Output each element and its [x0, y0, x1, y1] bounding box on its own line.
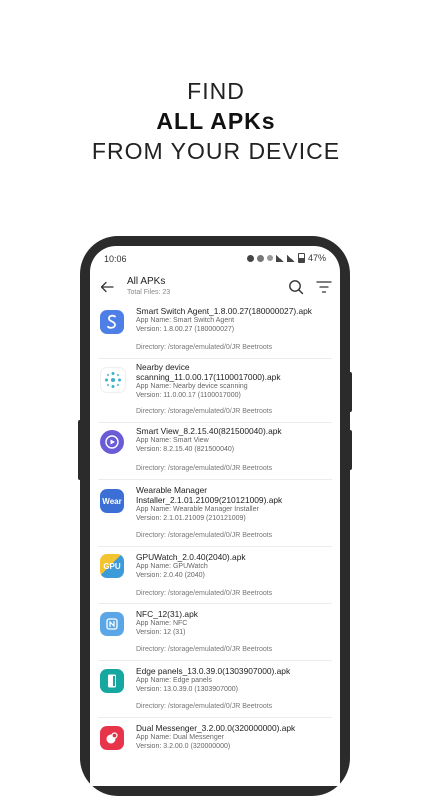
- apk-list-item[interactable]: Smart View_8.2.15.40(821500040).apk App …: [98, 423, 332, 480]
- apk-list-item[interactable]: Dual Messenger_3.2.00.0(320000000).apk A…: [98, 718, 332, 778]
- apk-app-name: App Name: Wearable Manager Installer: [136, 506, 259, 513]
- nearby-scan-icon: [100, 367, 126, 393]
- apk-version: Version: 8.2.15.40 (821500040): [136, 446, 235, 453]
- apk-list-item[interactable]: Smart Switch Agent_1.8.00.27(180000027).…: [98, 304, 332, 359]
- apk-filename: Wearable Manager Installer_2.1.01.21009(…: [136, 485, 283, 505]
- apk-version: Version: 2.1.01.21009 (210121009): [136, 515, 246, 522]
- filter-icon[interactable]: [316, 280, 332, 294]
- app-bar: All APKs Total Files: 23: [90, 272, 340, 306]
- alarm-icon: [246, 254, 254, 262]
- battery-percent: 47%: [307, 253, 326, 263]
- apk-item-details: Smart Switch Agent_1.8.00.27(180000027).…: [136, 306, 328, 334]
- back-arrow-icon[interactable]: [100, 280, 114, 294]
- phone-power-button: [348, 430, 352, 470]
- apk-app-name: App Name: Dual Messenger: [136, 734, 224, 741]
- apk-item-details: Edge panels_13.0.39.0(1303907000).apk Ap…: [136, 666, 328, 694]
- search-icon[interactable]: [288, 279, 304, 295]
- smart-view-icon: [100, 430, 124, 454]
- apk-filename: Smart Switch Agent_1.8.00.27(180000027).…: [136, 306, 312, 316]
- phone-screen: 10:06 47% All APKs Total Files: 23 Smart…: [90, 246, 340, 786]
- apk-filename: Nearby device scanning_11.0.00.17(110001…: [136, 362, 281, 382]
- location-icon: [266, 255, 273, 261]
- dual-messenger-icon: [100, 726, 124, 750]
- bluetooth-icon: [256, 254, 264, 262]
- apk-item-details: GPUWatch_2.0.40(2040).apk App Name: GPUW…: [136, 552, 328, 580]
- status-time: 10:06: [104, 254, 127, 264]
- smart-switch-icon: [100, 310, 124, 334]
- battery-icon: [297, 253, 305, 263]
- total-files-label: Total Files: 23: [127, 289, 171, 296]
- apk-app-name: App Name: GPUWatch: [136, 563, 208, 570]
- apk-directory: Directory: /storage/emulated/0/JR Beetro…: [136, 408, 273, 415]
- apk-app-name: App Name: Smart View: [136, 437, 209, 444]
- apk-list-item[interactable]: Nearby device scanning_11.0.00.17(110001…: [98, 359, 332, 423]
- apk-list-item[interactable]: NFC_12(31).apk App Name: NFC Version: 12…: [98, 604, 332, 661]
- signal-icon: [286, 254, 295, 262]
- page-title: All APKs: [127, 276, 166, 287]
- apk-version: Version: 12 (31): [136, 629, 186, 636]
- apk-version: Version: 2.0.40 (2040): [136, 572, 205, 579]
- apk-list-item[interactable]: GPU GPUWatch_2.0.40(2040).apk App Name: …: [98, 547, 332, 604]
- apk-filename: GPUWatch_2.0.40(2040).apk: [136, 552, 246, 562]
- headline-find: FIND: [187, 78, 245, 104]
- apk-filename: Edge panels_13.0.39.0(1303907000).apk: [136, 666, 291, 676]
- gpu-watch-icon: GPU: [100, 554, 124, 578]
- apk-item-details: Dual Messenger_3.2.00.0(320000000).apk A…: [136, 723, 328, 751]
- phone-volume-button: [348, 372, 352, 412]
- apk-directory: Directory: /storage/emulated/0/JR Beetro…: [136, 532, 273, 539]
- apk-app-name: App Name: Nearby device scanning: [136, 383, 248, 390]
- apk-version: Version: 13.0.39.0 (1303907000): [136, 686, 238, 693]
- apk-directory: Directory: /storage/emulated/0/JR Beetro…: [136, 590, 273, 597]
- apk-version: Version: 1.8.00.27 (180000027): [136, 326, 235, 333]
- apk-app-name: App Name: Edge panels: [136, 677, 212, 684]
- apk-version: Version: 3.2.00.0 (320000000): [136, 743, 231, 750]
- apk-filename: Dual Messenger_3.2.00.0(320000000).apk: [136, 723, 296, 733]
- apk-filename: Smart View_8.2.15.40(821500040).apk: [136, 426, 282, 436]
- apk-app-name: App Name: NFC: [136, 620, 188, 627]
- apk-list: Smart Switch Agent_1.8.00.27(180000027).…: [90, 304, 340, 778]
- apk-version: Version: 11.0.00.17 (1100017000): [136, 392, 241, 399]
- apk-app-name: App Name: Smart Switch Agent: [136, 317, 235, 324]
- status-bar: 10:06 47%: [90, 246, 340, 270]
- headline-all-apks: ALL APKs: [156, 108, 276, 134]
- apk-filename: NFC_12(31).apk: [136, 609, 198, 619]
- apk-item-details: NFC_12(31).apk App Name: NFC Version: 12…: [136, 609, 328, 637]
- apk-list-item[interactable]: Edge panels_13.0.39.0(1303907000).apk Ap…: [98, 661, 332, 718]
- apk-directory: Directory: /storage/emulated/0/JR Beetro…: [136, 344, 273, 351]
- headline-from-device: FROM YOUR DEVICE: [91, 138, 341, 164]
- wear-icon: Wear: [100, 489, 124, 513]
- apk-directory: Directory: /storage/emulated/0/JR Beetro…: [136, 465, 273, 472]
- apk-list-item[interactable]: Wear Wearable Manager Installer_2.1.01.2…: [98, 480, 332, 547]
- apk-item-details: Smart View_8.2.15.40(821500040).apk App …: [136, 426, 328, 454]
- wifi-icon: [275, 254, 284, 262]
- apk-directory: Directory: /storage/emulated/0/JR Beetro…: [136, 703, 273, 710]
- apk-directory: Directory: /storage/emulated/0/JR Beetro…: [136, 646, 273, 653]
- edge-panels-icon: [100, 669, 124, 693]
- apk-item-details: Nearby device scanning_11.0.00.17(110001…: [136, 362, 328, 400]
- phone-side-button: [78, 420, 82, 480]
- nfc-icon: [100, 612, 124, 636]
- app-bar-titles: All APKs Total Files: 23: [127, 276, 170, 296]
- apk-item-details: Wearable Manager Installer_2.1.01.21009(…: [136, 485, 328, 523]
